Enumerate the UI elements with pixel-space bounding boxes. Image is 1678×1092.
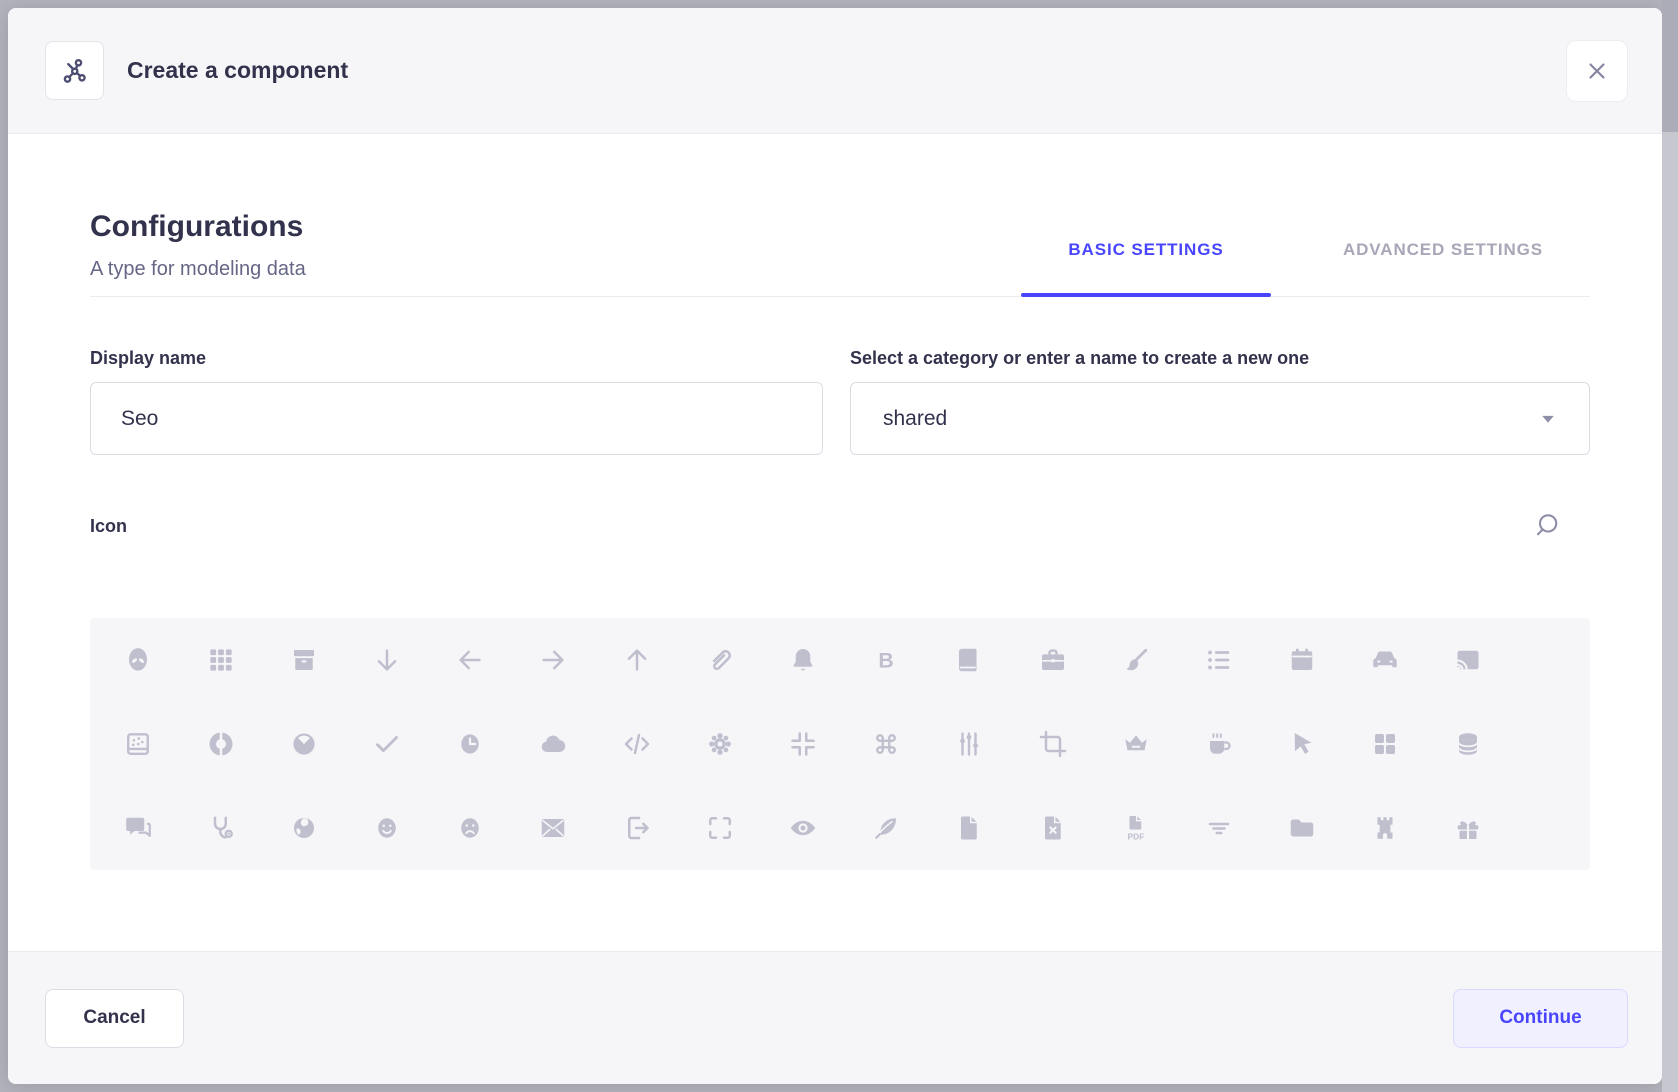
connector-icon[interactable] bbox=[947, 722, 991, 766]
display-name-label: Display name bbox=[90, 348, 206, 369]
modal-title: Create a component bbox=[127, 57, 348, 84]
search-icon[interactable] bbox=[1530, 508, 1564, 542]
modal-footer: Cancel Continue bbox=[8, 951, 1662, 1084]
file-pdf-icon[interactable]: PDF bbox=[1114, 806, 1158, 850]
chart-pie-icon[interactable] bbox=[282, 722, 326, 766]
svg-text:B: B bbox=[878, 649, 893, 673]
page-subtitle: A type for modeling data bbox=[90, 258, 306, 281]
archive-icon[interactable] bbox=[282, 638, 326, 682]
bold-icon[interactable]: B bbox=[864, 638, 908, 682]
apps-icon[interactable] bbox=[199, 638, 243, 682]
page-title: Configurations bbox=[90, 210, 303, 244]
component-icon bbox=[45, 41, 104, 100]
exit-icon[interactable] bbox=[615, 806, 659, 850]
file-icon[interactable] bbox=[947, 806, 991, 850]
emotion-unhappy-icon[interactable] bbox=[448, 806, 492, 850]
dashboard-icon[interactable] bbox=[1363, 722, 1407, 766]
crop-icon[interactable] bbox=[1031, 722, 1075, 766]
code-icon[interactable] bbox=[615, 722, 659, 766]
arrow-down-icon[interactable] bbox=[365, 638, 409, 682]
earth-icon[interactable] bbox=[282, 806, 326, 850]
database-icon[interactable] bbox=[1446, 722, 1490, 766]
eye-icon[interactable] bbox=[781, 806, 825, 850]
chevron-down-icon bbox=[1537, 408, 1559, 430]
car-icon[interactable] bbox=[1363, 638, 1407, 682]
chart-bubble-icon[interactable] bbox=[116, 722, 160, 766]
cancel-button[interactable]: Cancel bbox=[45, 989, 184, 1048]
envelope-icon[interactable] bbox=[531, 806, 575, 850]
bullet-list-icon[interactable] bbox=[1197, 638, 1241, 682]
arrow-left-icon[interactable] bbox=[448, 638, 492, 682]
page-scrollbar-track[interactable] bbox=[1662, 0, 1678, 1092]
divider bbox=[90, 296, 1590, 297]
continue-button[interactable]: Continue bbox=[1453, 989, 1628, 1048]
emotion-happy-icon[interactable] bbox=[365, 806, 409, 850]
modal-body: Configurations A type for modeling data … bbox=[8, 134, 1662, 951]
display-name-input[interactable] bbox=[90, 382, 823, 455]
svg-text:PDF: PDF bbox=[1127, 832, 1144, 842]
discuss-icon[interactable] bbox=[116, 806, 160, 850]
tab-advanced-settings[interactable]: ADVANCED SETTINGS bbox=[1293, 240, 1593, 260]
brush-icon[interactable] bbox=[1114, 638, 1158, 682]
expand-icon[interactable] bbox=[698, 806, 742, 850]
doctor-icon[interactable] bbox=[199, 806, 243, 850]
page-scrollbar-thumb[interactable] bbox=[1662, 0, 1678, 132]
cup-icon[interactable] bbox=[1197, 722, 1241, 766]
bell-icon[interactable] bbox=[781, 638, 825, 682]
gate-icon[interactable] bbox=[1363, 806, 1407, 850]
file-error-icon[interactable] bbox=[1031, 806, 1075, 850]
alien-icon[interactable] bbox=[116, 638, 160, 682]
clock-icon[interactable] bbox=[448, 722, 492, 766]
briefcase-icon[interactable] bbox=[1031, 638, 1075, 682]
calendar-icon[interactable] bbox=[1280, 638, 1324, 682]
icon-picker-label: Icon bbox=[90, 516, 127, 537]
command-icon[interactable] bbox=[864, 722, 908, 766]
feather-icon[interactable] bbox=[864, 806, 908, 850]
category-select-value: shared bbox=[883, 407, 947, 431]
chart-circle-icon[interactable] bbox=[199, 722, 243, 766]
create-component-modal: Create a component Configurations A type… bbox=[8, 8, 1662, 1084]
category-select[interactable]: shared bbox=[850, 382, 1590, 455]
folder-icon[interactable] bbox=[1280, 806, 1324, 850]
category-label: Select a category or enter a name to cre… bbox=[850, 348, 1309, 369]
cog-icon[interactable] bbox=[698, 722, 742, 766]
cursor-icon[interactable] bbox=[1280, 722, 1324, 766]
modal-header: Create a component bbox=[8, 8, 1662, 134]
icon-grid: B PDF bbox=[90, 618, 1590, 870]
close-icon bbox=[1584, 58, 1610, 84]
arrow-right-icon[interactable] bbox=[531, 638, 575, 682]
attachment-icon[interactable] bbox=[698, 638, 742, 682]
cast-icon[interactable] bbox=[1446, 638, 1490, 682]
collapse-icon[interactable] bbox=[781, 722, 825, 766]
filter-icon[interactable] bbox=[1197, 806, 1241, 850]
tab-basic-settings[interactable]: BASIC SETTINGS bbox=[1021, 240, 1271, 260]
close-button[interactable] bbox=[1566, 40, 1628, 102]
gift-icon[interactable] bbox=[1446, 806, 1490, 850]
cloud-icon[interactable] bbox=[531, 722, 575, 766]
book-icon[interactable] bbox=[947, 638, 991, 682]
active-tab-indicator bbox=[1021, 293, 1271, 297]
crown-icon[interactable] bbox=[1114, 722, 1158, 766]
arrow-up-icon[interactable] bbox=[615, 638, 659, 682]
check-icon[interactable] bbox=[365, 722, 409, 766]
